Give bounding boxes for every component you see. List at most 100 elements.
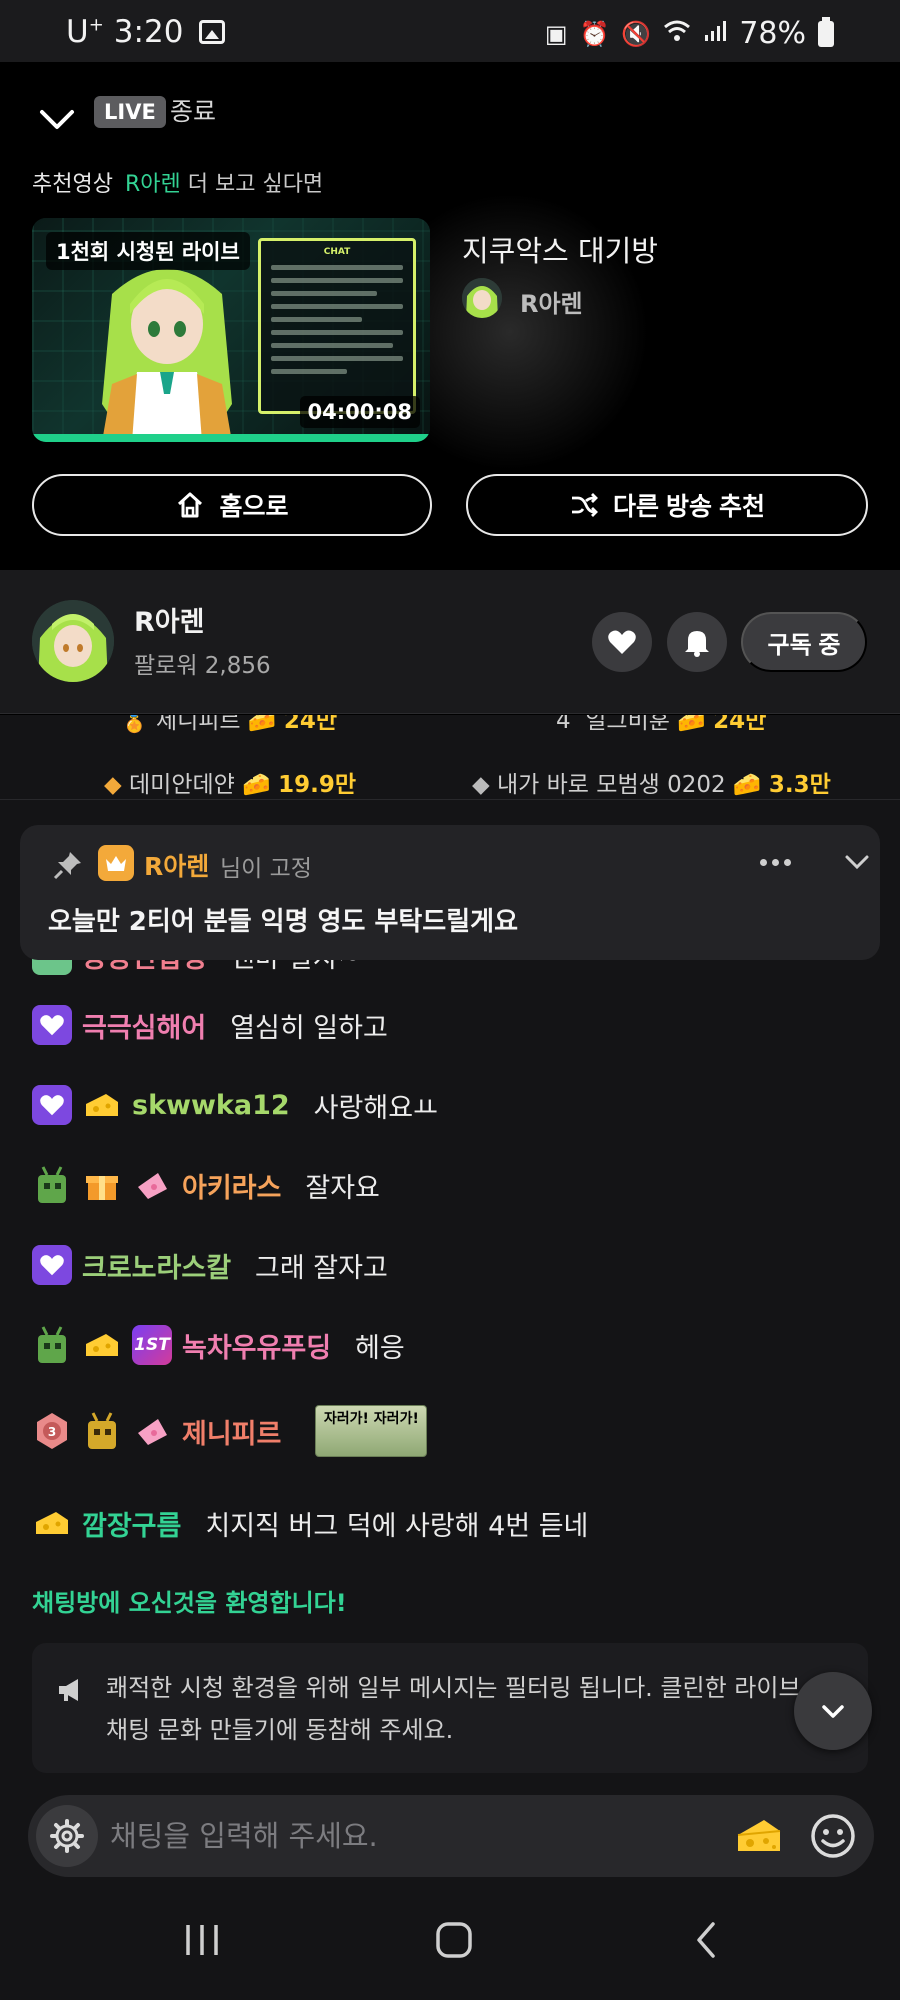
heart-badge-icon [32, 1085, 72, 1125]
subscriber-badge-icon [32, 1165, 72, 1205]
chat-nickname[interactable]: skwwka12 [132, 1090, 290, 1121]
thumbnail-progress-bar [32, 434, 430, 442]
live-ended-label: 종료 [170, 97, 217, 126]
thumbnail-character-image [102, 269, 232, 442]
ended-live-panel: LIVE 종료 추천영상 R아렌 더 보고 싶다면 CHAT 1천회 시청된 라… [0, 62, 900, 570]
crown-icon [98, 845, 134, 881]
chat-nickname[interactable]: 제니피르 [182, 1412, 281, 1451]
more-options-icon[interactable] [760, 847, 800, 877]
channel-name[interactable]: R아렌 [134, 600, 204, 639]
chat-filter-notice: 쾌적한 시청 환경을 위해 일부 메시지는 필터링 됩니다. 클린한 라이브 채… [32, 1643, 868, 1773]
back-button[interactable] [676, 1910, 736, 1970]
pin-icon [53, 852, 81, 880]
thumbnail-duration: 04:00:08 [299, 396, 420, 428]
recommend-caption: 추천영상 R아렌 더 보고 싶다면 [32, 166, 323, 198]
chat-area[interactable]: 🏅 제니피르 🧀 24만 4 일그비훈 🧀 24만 ◆ 데미안데얀 🧀 19.9… [0, 715, 900, 1795]
megaphone-icon [59, 1679, 78, 1701]
subscribe-button[interactable]: 구독 중 [741, 612, 867, 672]
chat-message[interactable]: 아키라스 잘자요 [32, 1163, 380, 1207]
svg-text:3: 3 [48, 1425, 56, 1439]
chat-nickname[interactable]: 깜장구름 [82, 1504, 181, 1543]
chat-message[interactable]: 크로노라스칼 그래 잘자고 [32, 1243, 388, 1287]
first-badge-icon: 1ST [132, 1325, 172, 1365]
sticker-badge-icon [132, 1165, 172, 1205]
chat-text: 열심히 일하고 [230, 1012, 388, 1044]
thumbnail-views-label: 1천회 시청된 라이브 [46, 232, 250, 270]
recommend-prefix: 추천영상 [32, 172, 113, 197]
cheese-icon: 🧀 [247, 715, 277, 734]
battery-saver-icon: ▣ [544, 19, 568, 48]
home-button[interactable]: 홈으로 [32, 474, 432, 536]
heart-badge-icon [32, 1245, 72, 1285]
chat-settings-button[interactable] [36, 1805, 98, 1867]
status-left: U+ 3:20 [66, 14, 226, 50]
chat-message[interactable]: 1ST 녹차우유푸딩 헤응 [32, 1323, 405, 1367]
live-badge: LIVE [94, 96, 166, 128]
heart-icon [608, 630, 636, 654]
rank-2-icon: ◆ [104, 772, 122, 798]
chat-text: 치지직 버그 덕에 사랑해 4번 듣네 [205, 1510, 589, 1542]
cheese-badge-icon [32, 1503, 72, 1543]
gallery-notification-icon [199, 20, 226, 44]
chat-nickname[interactable]: 아키라스 [182, 1166, 281, 1205]
rank-3-icon: ◆ [472, 772, 490, 798]
chat-text: 사랑해요ㅛ [313, 1092, 438, 1124]
home-nav-button[interactable] [424, 1910, 484, 1970]
wifi-icon [663, 19, 691, 49]
heart-badge-icon [32, 1005, 72, 1045]
signal-icon [703, 19, 727, 49]
recommended-channel-name[interactable]: R아렌 [520, 284, 583, 319]
chat-text: 그래 잘자고 [255, 1252, 388, 1284]
cheese-icon: 🧀 [677, 715, 706, 734]
notification-bell-button[interactable] [667, 612, 727, 672]
cheese-icon [737, 1820, 781, 1851]
subscriber-gold-badge-icon [82, 1411, 122, 1451]
carrier-label: U+ [66, 14, 104, 50]
status-bar: U+ 3:20 ▣ ⏰ 🔇 78% [0, 0, 900, 62]
sticker-badge-icon [132, 1411, 172, 1451]
chat-nickname[interactable]: 크로노라스칼 [82, 1246, 231, 1285]
channel-avatar[interactable] [32, 600, 114, 682]
pinned-message[interactable]: R아렌 님이 고정 오늘만 2티어 분들 익명 영도 부탁드릴게요 [20, 825, 880, 960]
other-stream-button[interactable]: 다른 방송 추천 [466, 474, 868, 536]
gear-icon [50, 1819, 84, 1853]
cheese-icon: 🧀 [732, 772, 762, 798]
chevron-down-icon[interactable] [842, 847, 872, 877]
donation-ranking-strip[interactable]: 🏅 제니피르 🧀 24만 4 일그비훈 🧀 24만 ◆ 데미안데얀 🧀 19.9… [0, 715, 900, 800]
smiley-icon [811, 1814, 855, 1858]
alarm-icon: ⏰ [579, 19, 610, 48]
cheese-icon: 🧀 [242, 772, 271, 798]
home-button-label: 홈으로 [219, 493, 289, 521]
chat-input-container [28, 1795, 874, 1877]
scroll-to-bottom-button[interactable] [794, 1672, 872, 1750]
recommended-video-thumbnail[interactable]: CHAT 1천회 시청된 라이브 04:00:08 [32, 218, 430, 442]
chat-message[interactable]: 극극심해어 열심히 일하고 [32, 1003, 388, 1047]
follower-count: 팔로워 2,856 [134, 653, 271, 679]
pinned-by-user[interactable]: R아렌 [144, 847, 209, 883]
collapse-chevron-icon[interactable] [38, 100, 76, 138]
ranking-item: 🏅 제니피르 🧀 24만 [120, 715, 337, 735]
chat-input[interactable] [110, 1809, 710, 1863]
other-stream-label: 다른 방송 추천 [613, 493, 765, 521]
chat-nickname[interactable]: 극극심해어 [82, 1006, 206, 1045]
chat-message[interactable]: 3 제니피르 자러가! 자러가! [32, 1403, 428, 1459]
pinned-suffix: 님이 고정 [220, 856, 312, 882]
chat-nickname[interactable]: 녹차우유푸딩 [182, 1326, 331, 1365]
recommend-channel: R아렌 [124, 172, 181, 197]
recent-apps-button[interactable] [172, 1910, 232, 1970]
follow-heart-button[interactable] [592, 612, 652, 672]
system-navigation-bar [0, 1880, 900, 2000]
chat-message[interactable]: 깜장구름 치지직 버그 덕에 사랑해 4번 듣네 [32, 1501, 588, 1545]
chat-message[interactable]: skwwka12 사랑해요ㅛ [32, 1083, 438, 1127]
recommended-channel-avatar[interactable] [462, 278, 502, 318]
chat-text: 헤응 [355, 1332, 405, 1364]
home-square-icon [436, 1922, 472, 1958]
recommended-video-title[interactable]: 지쿠악스 대기방 [462, 228, 658, 270]
chat-emote-image: 자러가! 자러가! [315, 1405, 428, 1457]
bell-icon [685, 631, 709, 657]
clock: 3:20 [113, 14, 184, 50]
home-icon [178, 492, 203, 518]
gift-badge-icon [82, 1165, 122, 1205]
emoji-button[interactable] [810, 1813, 856, 1859]
cheese-donation-button[interactable] [736, 1815, 782, 1857]
